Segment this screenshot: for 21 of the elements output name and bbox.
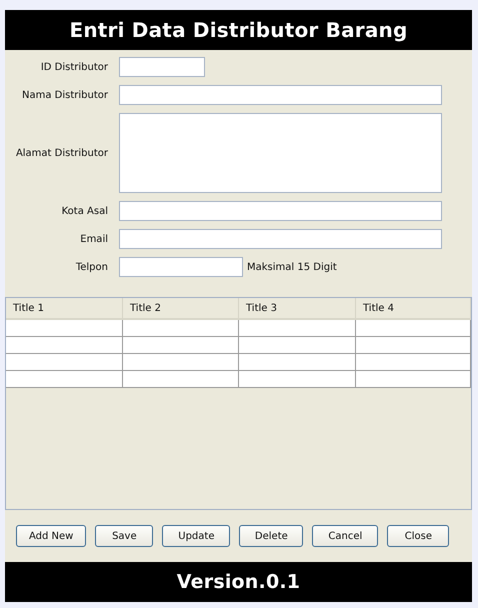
input-field[interactable] [119,57,205,77]
action-button[interactable]: Save [95,525,154,547]
version-label: Version.0.1 [176,571,300,593]
input-field[interactable] [119,257,243,277]
window-title: Entri Data Distributor Barang [69,18,408,42]
input-field[interactable] [119,201,442,221]
action-button[interactable]: Update [162,525,230,547]
field-label: Kota Asal [60,206,108,216]
input-field[interactable] [119,113,442,193]
action-button[interactable]: Add New [16,525,86,547]
input-field[interactable] [119,85,442,105]
action-button[interactable]: Close [387,525,450,547]
field-label: ID Distributor [40,62,108,72]
field-label: Email [79,234,108,244]
field-label: Telpon [74,262,108,272]
action-button[interactable]: Cancel [312,525,378,547]
input-field[interactable] [119,229,442,249]
action-button[interactable]: Delete [239,525,304,547]
field-label: Nama Distributor [21,90,108,100]
field-label: Alamat Distributor [14,148,108,158]
field-hint: Maksimal 15 Digit [247,262,337,272]
